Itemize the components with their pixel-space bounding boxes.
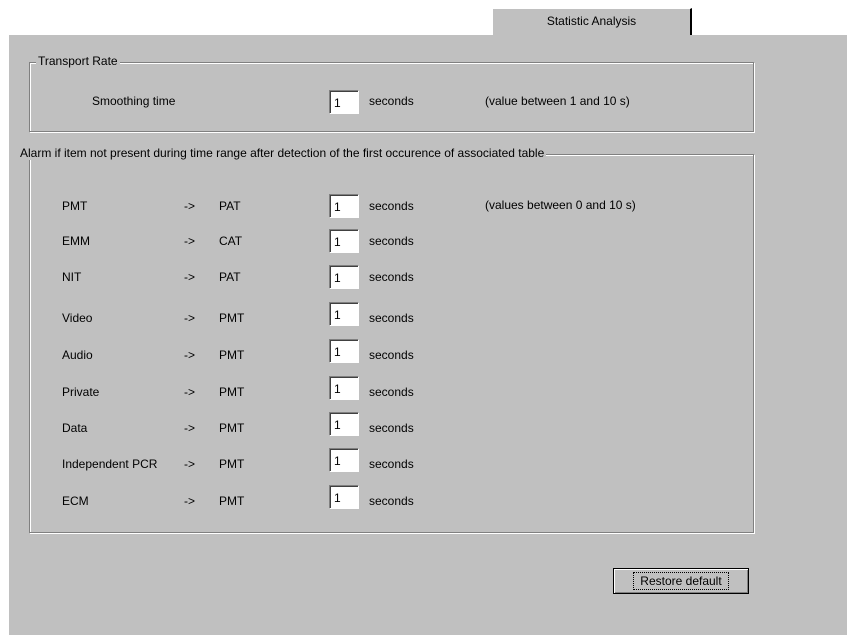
alarm-unit: seconds <box>369 199 414 213</box>
alarm-item-pmt: PMT <box>62 199 88 213</box>
alarm-values-hint: (values between 0 and 10 s) <box>485 198 636 212</box>
smoothing-time-unit: seconds <box>369 94 414 108</box>
smoothing-time-hint: (value between 1 and 10 s) <box>485 94 630 108</box>
alarm-item-audio: Audio <box>62 348 93 362</box>
alarm-nit-field[interactable] <box>329 265 359 289</box>
restore-default-button[interactable]: Restore default <box>613 568 749 594</box>
alarm-ecm-field[interactable] <box>329 485 359 509</box>
alarm-unit: seconds <box>369 457 414 471</box>
alarm-arrow: -> <box>184 270 196 284</box>
alarm-arrow: -> <box>184 457 196 471</box>
alarm-table-label: PMT <box>219 457 245 471</box>
alarm-independent-pcr-field[interactable] <box>329 448 359 472</box>
alarm-audio-field[interactable] <box>329 339 359 363</box>
alarm-unit: seconds <box>369 494 414 508</box>
alarm-arrow: -> <box>184 348 196 362</box>
alarm-table-label: PMT <box>219 385 245 399</box>
alarm-table-label: PMT <box>219 494 245 508</box>
alarm-item-independent-pcr: Independent PCR <box>62 457 158 471</box>
alarm-item-private: Private <box>62 385 100 399</box>
alarm-arrow: -> <box>184 494 196 508</box>
tab-statistic-analysis[interactable]: Statistic Analysis <box>492 8 692 35</box>
alarm-table-label: PMT <box>219 348 245 362</box>
alarm-table-label: PAT <box>219 270 241 284</box>
alarm-arrow: -> <box>184 234 196 248</box>
alarm-group-title: Alarm if item not present during time ra… <box>20 146 547 160</box>
alarm-unit: seconds <box>369 348 414 362</box>
smoothing-time-label: Smoothing time <box>92 94 176 108</box>
alarm-table-label: CAT <box>219 234 243 248</box>
alarm-item-data: Data <box>62 421 88 435</box>
alarm-item-ecm: ECM <box>62 494 89 508</box>
alarm-arrow: -> <box>184 421 196 435</box>
alarm-arrow: -> <box>184 385 196 399</box>
alarm-unit: seconds <box>369 234 414 248</box>
alarm-emm-field[interactable] <box>329 229 359 253</box>
alarm-table-label: PAT <box>219 199 241 213</box>
alarm-table-label: PMT <box>219 311 245 325</box>
alarm-arrow: -> <box>184 311 196 325</box>
alarm-unit: seconds <box>369 421 414 435</box>
alarm-data-field[interactable] <box>329 412 359 436</box>
alarm-item-nit: NIT <box>62 270 82 284</box>
alarm-item-video: Video <box>62 311 93 325</box>
alarm-item-emm: EMM <box>62 234 90 248</box>
alarm-unit: seconds <box>369 270 414 284</box>
smoothing-time-field[interactable] <box>329 90 359 114</box>
alarm-arrow: -> <box>184 199 196 213</box>
alarm-unit: seconds <box>369 311 414 325</box>
alarm-video-field[interactable] <box>329 302 359 326</box>
tab-label: Statistic Analysis <box>546 14 637 28</box>
alarm-table-label: PMT <box>219 421 245 435</box>
transport-rate-title: Transport Rate <box>36 54 120 68</box>
restore-default-label: Restore default <box>633 572 729 590</box>
alarm-unit: seconds <box>369 385 414 399</box>
alarm-private-field[interactable] <box>329 376 359 400</box>
alarm-pmt-field[interactable] <box>329 194 359 218</box>
statistic-analysis-panel: Transport Rate Smoothing time seconds (v… <box>8 34 847 635</box>
